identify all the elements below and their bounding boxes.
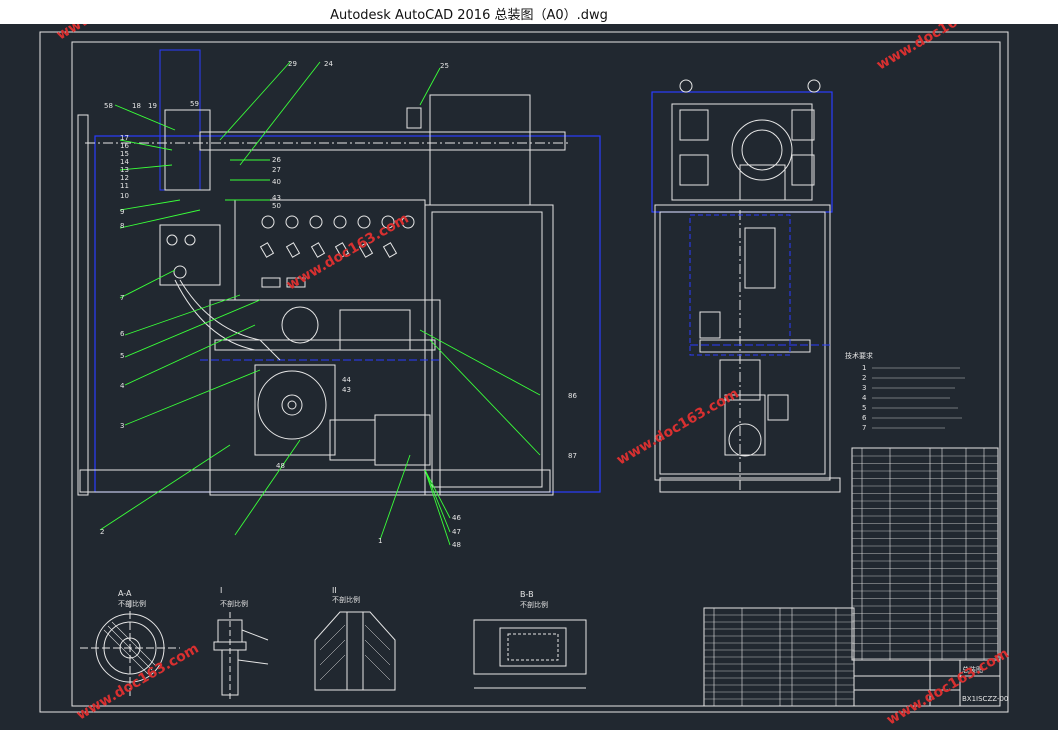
svg-text:26: 26 [272, 156, 281, 164]
svg-text:24: 24 [324, 60, 333, 68]
feed-shaft [199, 131, 566, 151]
svg-text:B-B: B-B [520, 590, 534, 599]
section-I: I 不剖比例 [213, 586, 269, 700]
svg-text:2: 2 [862, 374, 866, 382]
svg-text:4: 4 [862, 394, 867, 402]
svg-text:II: II [332, 586, 337, 595]
window-title-bar: Autodesk AutoCAD 2016 总装图（A0）.dwg [0, 0, 1058, 25]
svg-text:A-A: A-A [118, 589, 132, 598]
svg-text:86: 86 [568, 392, 577, 400]
svg-text:不剖比例: 不剖比例 [118, 599, 146, 608]
svg-text:13: 13 [120, 166, 129, 174]
svg-text:29: 29 [288, 60, 297, 68]
svg-text:11: 11 [120, 182, 129, 190]
svg-text:7: 7 [120, 294, 124, 302]
svg-text:48: 48 [452, 541, 461, 549]
svg-text:www.doc163.com: www.doc163.com [874, 24, 1002, 73]
svg-text:12: 12 [120, 174, 129, 182]
svg-text:16: 16 [120, 142, 129, 150]
svg-text:9: 9 [120, 208, 124, 216]
svg-text:87: 87 [568, 452, 577, 460]
svg-text:3: 3 [862, 384, 866, 392]
svg-text:1: 1 [862, 364, 866, 372]
svg-text:27: 27 [272, 166, 281, 174]
svg-text:14: 14 [120, 158, 129, 166]
svg-text:不剖比例: 不剖比例 [520, 600, 548, 609]
svg-text:17: 17 [120, 134, 129, 142]
svg-text:10: 10 [120, 192, 129, 200]
svg-text:1: 1 [378, 537, 382, 545]
cad-drawing: 技术要求 1 2 3 4 5 6 7 总装图 BX1ISCZZ-00 A-A 不… [39, 24, 1012, 728]
svg-text:15: 15 [120, 150, 129, 158]
callout-labels: 58 18 19 17 16 15 14 13 12 11 10 9 8 7 6… [100, 60, 577, 549]
technical-requirements: 技术要求 1 2 3 4 5 6 7 [845, 351, 965, 432]
svg-text:5: 5 [120, 352, 124, 360]
svg-text:www.doc163.com: www.doc163.com [884, 645, 1012, 728]
front-view [77, 49, 601, 496]
svg-text:40: 40 [272, 178, 281, 186]
svg-text:www.doc163.com: www.doc163.com [284, 210, 412, 293]
svg-text:2: 2 [100, 528, 104, 536]
window-title: Autodesk AutoCAD 2016 总装图（A0）.dwg [330, 8, 608, 23]
svg-text:43: 43 [272, 194, 281, 202]
svg-text:www.doc163.com: www.doc163.com [74, 640, 202, 723]
parts-list [851, 447, 999, 661]
svg-text:59: 59 [190, 100, 199, 108]
gear-wheel [257, 370, 327, 440]
parts-list-lower [703, 607, 855, 707]
svg-text:43: 43 [342, 386, 351, 394]
svg-text:8: 8 [120, 222, 124, 230]
svg-text:19: 19 [148, 102, 157, 110]
right-cabinet [424, 204, 554, 496]
svg-text:47: 47 [452, 528, 461, 536]
svg-text:7: 7 [862, 424, 866, 432]
svg-text:I: I [220, 586, 222, 595]
drawing-number: BX1ISCZZ-00 [962, 695, 1008, 703]
svg-text:46: 46 [452, 514, 461, 522]
tech-req-header: 技术要求 [845, 351, 873, 360]
section-BB: B-B 不剖比例 [473, 590, 587, 689]
svg-text:4: 4 [120, 382, 125, 390]
svg-text:18: 18 [132, 102, 141, 110]
leader-lines [99, 61, 541, 546]
svg-text:www.doc163.com: www.doc163.com [54, 24, 182, 43]
svg-text:不剖比例: 不剖比例 [332, 595, 360, 604]
svg-text:不剖比例: 不剖比例 [220, 599, 248, 608]
svg-text:3: 3 [120, 422, 124, 430]
svg-text:50: 50 [272, 202, 281, 210]
svg-text:44: 44 [342, 376, 351, 384]
svg-text:6: 6 [120, 330, 125, 338]
svg-text:48: 48 [276, 462, 285, 470]
svg-text:www.doc163.com: www.doc163.com [614, 385, 742, 468]
svg-text:58: 58 [104, 102, 113, 110]
section-II: II 不剖比例 [314, 586, 396, 691]
outer-frame [39, 31, 1009, 713]
svg-text:25: 25 [440, 62, 449, 70]
top-guide-column [159, 49, 201, 191]
base-plate [79, 469, 551, 493]
svg-text:5: 5 [862, 404, 866, 412]
svg-text:6: 6 [862, 414, 867, 422]
watermarks: www.doc163.com www.doc163.com www.doc163… [54, 24, 1012, 728]
drawing-canvas[interactable]: 技术要求 1 2 3 4 5 6 7 总装图 BX1ISCZZ-00 A-A 不… [0, 24, 1058, 730]
